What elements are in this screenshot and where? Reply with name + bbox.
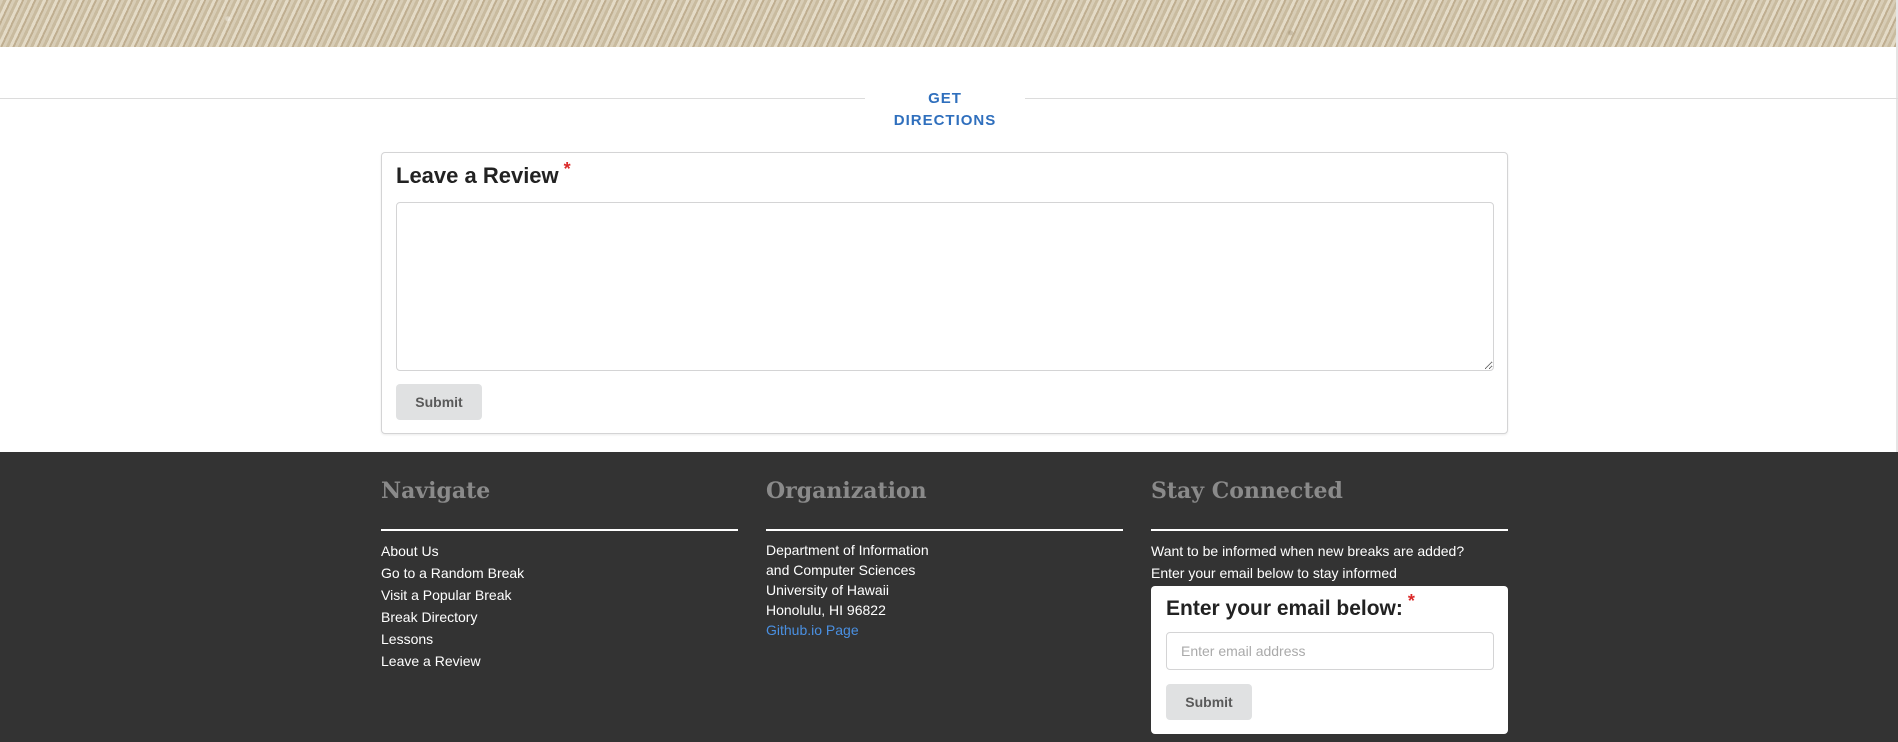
organization-heading: Organization (766, 478, 927, 504)
nav-link-lessons[interactable]: Lessons (381, 631, 433, 647)
address-line: Honolulu, HI 96822 (766, 602, 886, 618)
stay-connected-text: Want to be informed when new breaks are … (1151, 540, 1508, 584)
review-submit-button[interactable]: Submit (396, 384, 482, 420)
email-signup-form: Enter your email below:* Submit (1151, 586, 1508, 734)
organization-rule (766, 529, 1123, 531)
required-marker: * (1407, 591, 1415, 611)
nav-link-break-directory[interactable]: Break Directory (381, 609, 477, 625)
review-title-text: Leave a Review (396, 163, 559, 188)
get-directions-link[interactable]: GET DIRECTIONS (865, 88, 1025, 132)
nav-link-random-break[interactable]: Go to a Random Break (381, 565, 524, 581)
stay-connected-line: Enter your email below to stay informed (1151, 565, 1397, 581)
hero-image-strip (0, 0, 1898, 47)
review-title: Leave a Review * (396, 159, 571, 189)
review-textarea[interactable] (396, 202, 1494, 371)
nav-link-about-us[interactable]: About Us (381, 543, 439, 559)
email-submit-button[interactable]: Submit (1166, 684, 1252, 720)
navigate-heading: Navigate (381, 478, 491, 504)
email-input[interactable] (1166, 632, 1494, 670)
nav-link-popular-break[interactable]: Visit a Popular Break (381, 587, 511, 603)
required-marker: * (563, 159, 571, 179)
stay-connected-line: Want to be informed when new breaks are … (1151, 543, 1465, 559)
email-form-title: Enter your email below: * (1166, 591, 1415, 621)
organization-address: Department of Information and Computer S… (766, 540, 929, 640)
navigate-links: About Us Go to a Random Break Visit a Po… (381, 540, 524, 672)
github-page-link[interactable]: Github.io Page (766, 620, 929, 640)
navigate-rule (381, 529, 738, 531)
site-footer: Navigate About Us Go to a Random Break V… (0, 452, 1898, 742)
email-title-text: Enter your email below: (1166, 597, 1403, 620)
review-form: Leave a Review * Submit (381, 152, 1508, 434)
stay-connected-heading: Stay Connected (1151, 478, 1343, 504)
address-line: and Computer Sciences (766, 562, 916, 578)
stay-connected-rule (1151, 529, 1508, 531)
address-line: Department of Information (766, 542, 929, 558)
nav-link-leave-review[interactable]: Leave a Review (381, 653, 481, 669)
address-line: University of Hawaii (766, 582, 889, 598)
